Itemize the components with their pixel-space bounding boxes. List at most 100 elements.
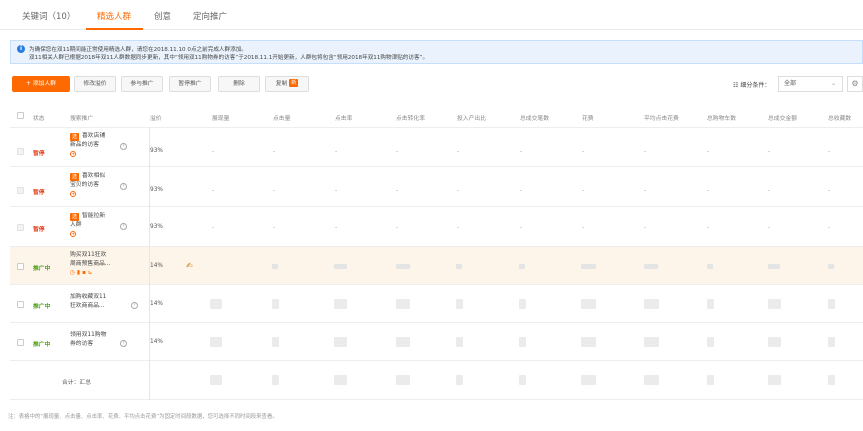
dash: -: [707, 224, 710, 231]
audience-name[interactable]: 选智能拉新 人群 ➔: [70, 212, 142, 239]
audience-name[interactable]: 购买双11狂欢 周商预售商品... ◷ ▮ ▪ ⊾: [70, 251, 142, 278]
circle-arrow-icon[interactable]: ➔: [70, 191, 76, 197]
selected-badge: 选: [70, 213, 79, 221]
redacted-value: [334, 264, 347, 269]
dash: -: [828, 187, 831, 194]
dash: -: [457, 224, 460, 231]
col-impressions: 展现量: [212, 116, 230, 122]
help-icon[interactable]: ?: [120, 223, 127, 230]
filter-label-text: 细分条件：: [740, 82, 771, 89]
redacted-value: [644, 337, 659, 347]
redacted-value: [272, 337, 279, 347]
redacted-value: [644, 264, 658, 269]
tab-keywords[interactable]: 关键词（10）: [22, 10, 75, 22]
list-filter-icon: ☷: [733, 82, 739, 89]
delete-button[interactable]: 删除: [218, 76, 260, 92]
redacted-value: [396, 337, 410, 347]
row-checkbox[interactable]: [17, 224, 24, 231]
table-row: 暂停 选喜欢店铺 新品的访客 ➔ ? 93% - - - - - - - - -…: [10, 128, 863, 167]
help-icon[interactable]: ?: [120, 143, 127, 150]
audience-name[interactable]: 选喜欢店铺 新品的访客 ➔: [70, 132, 142, 159]
dash: -: [828, 224, 831, 231]
dash: -: [768, 148, 771, 155]
column-divider: [149, 128, 150, 400]
redacted-value: [334, 299, 347, 309]
dash: -: [273, 224, 276, 231]
modify-premium-button[interactable]: 修改溢价: [74, 76, 116, 92]
dash: -: [520, 187, 523, 194]
status-badge: 暂停: [33, 151, 45, 157]
gear-icon[interactable]: ⚙: [847, 76, 863, 92]
dash: -: [396, 187, 399, 194]
select-all-checkbox[interactable]: [17, 112, 24, 119]
audience-name-line2: 新品的访客: [70, 142, 99, 148]
join-promotion-button[interactable]: 参与推广: [121, 76, 163, 92]
col-orders: 总成交笔数: [520, 116, 549, 122]
premium-value: 93%: [150, 148, 163, 154]
lock-icon[interactable]: ▪: [82, 270, 86, 276]
audience-name-line1: 喜欢相似: [82, 173, 106, 179]
dash: -: [212, 148, 215, 155]
row-checkbox[interactable]: [17, 187, 24, 194]
circle-arrow-icon[interactable]: ➔: [70, 231, 76, 237]
help-icon[interactable]: ?: [120, 183, 127, 190]
dash: -: [707, 187, 710, 194]
table-row: 推广中 购买双11狂欢 周商预售商品... ◷ ▮ ▪ ⊾ 14% ✍: [10, 247, 863, 285]
col-cost: 花费: [582, 116, 594, 122]
edit-hand-icon[interactable]: ✍: [186, 261, 193, 270]
tab-creative[interactable]: 创意: [154, 10, 171, 22]
redacted-value: [644, 299, 659, 309]
col-clicks: 点击量: [273, 116, 291, 122]
filter-select[interactable]: 全部 ⌄: [778, 76, 843, 92]
redacted-value: [519, 264, 525, 269]
redacted-value: [272, 264, 278, 269]
dash: -: [582, 148, 585, 155]
help-icon[interactable]: ?: [120, 340, 127, 347]
table-row: 推广中 领用双11购物 券的访客 ? 14%: [10, 323, 863, 361]
audience-name[interactable]: 选喜欢相似 宝贝的访客 ➔: [70, 172, 142, 199]
tab-targeted-promotion[interactable]: 定向推广: [193, 10, 227, 22]
clock-icon[interactable]: ◷: [70, 270, 75, 276]
circle-arrow-icon[interactable]: ➔: [70, 151, 76, 157]
audience-name-line1: 加购收藏双11: [70, 294, 107, 300]
premium-value: 14%: [150, 263, 163, 269]
redacted-value: [828, 264, 834, 269]
premium-value: 14%: [150, 339, 163, 345]
status-badge: 暂停: [33, 190, 45, 196]
audience-name-line1: 智能拉新: [82, 213, 106, 219]
dash: -: [520, 148, 523, 155]
badge-icon[interactable]: ▮: [77, 270, 80, 276]
add-audience-button[interactable]: + 添加人群: [12, 76, 70, 92]
row-checkbox[interactable]: [17, 148, 24, 155]
redacted-value: [828, 299, 835, 309]
dash: -: [335, 224, 338, 231]
redacted-value: [707, 337, 714, 347]
active-tab-indicator: [86, 28, 143, 30]
redacted-value: [519, 337, 526, 347]
tab-selected-audience[interactable]: 精选人群: [97, 10, 131, 22]
redacted-value: [581, 299, 596, 309]
redacted-value: [272, 375, 279, 385]
redacted-value: [396, 375, 410, 385]
audience-name[interactable]: 领用双11购物 券的访客: [70, 331, 142, 349]
dash: -: [768, 187, 771, 194]
pause-promotion-button[interactable]: 暂停推广: [169, 76, 211, 92]
row-checkbox[interactable]: [17, 339, 24, 346]
selected-badge: 选: [70, 133, 79, 141]
redacted-value: [581, 337, 596, 347]
col-status: 状态: [33, 116, 45, 122]
table-row: 推广中 加购收藏双11 狂欢商商品... ? 14%: [10, 285, 863, 323]
redacted-value: [519, 299, 526, 309]
dash: -: [273, 187, 276, 194]
dash: -: [644, 224, 647, 231]
col-gmv: 总成交金额: [768, 116, 797, 122]
copy-button[interactable]: 复制新: [265, 76, 309, 92]
row-checkbox[interactable]: [17, 301, 24, 308]
status-badge: 暂停: [33, 227, 45, 233]
chart-icon[interactable]: ⊾: [88, 270, 93, 276]
help-icon[interactable]: ?: [131, 302, 138, 309]
row-checkbox[interactable]: [17, 263, 24, 270]
redacted-value: [396, 299, 410, 309]
total-label: 合计：汇总: [62, 380, 91, 386]
audience-name-line1: 喜欢店铺: [82, 133, 106, 139]
